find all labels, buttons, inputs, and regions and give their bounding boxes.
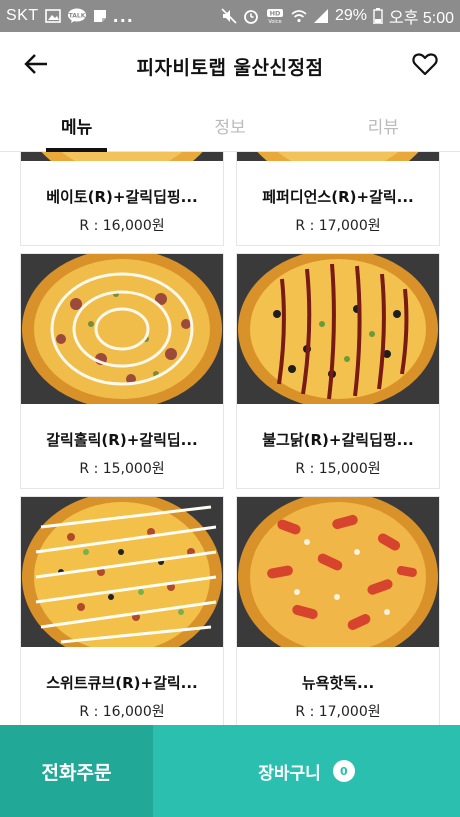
status-bar: SKT TALK ... HD Voice 29% 오후 5:00 (0, 0, 460, 32)
battery-icon (373, 8, 383, 24)
cart-button[interactable]: 장바구니 0 (153, 725, 460, 817)
image-icon (44, 9, 61, 23)
menu-item-name: 스위트큐브(R)+갈릭... (46, 674, 198, 692)
menu-item-name: 페퍼디언스(R)+갈릭... (262, 188, 414, 206)
menu-item-price: R : 15,000원 (79, 461, 165, 477)
menu-item-price: R : 16,000원 (79, 218, 165, 234)
pizza-image (21, 254, 223, 404)
menu-item-price: R : 16,000원 (79, 704, 165, 720)
phone-order-button[interactable]: 전화주문 (0, 725, 153, 817)
mute-icon (221, 8, 237, 24)
arrow-left-icon (23, 53, 49, 79)
tab-reviews[interactable]: 리뷰 (307, 100, 460, 151)
menu-item-name: 갈릭홀릭(R)+갈릭딥... (46, 431, 198, 449)
menu-item-name: 불그닭(R)+갈릭딥핑... (262, 431, 414, 449)
store-header: 피자비토랩 울산신정점 (0, 32, 460, 100)
cart-label: 장바구니 (258, 763, 321, 784)
pizza-image (237, 152, 439, 161)
menu-item-price: R : 15,000원 (295, 461, 381, 477)
pizza-image (21, 152, 223, 161)
back-button[interactable] (20, 52, 52, 80)
svg-text:Voice: Voice (268, 19, 281, 24)
tab-info[interactable]: 정보 (153, 100, 306, 151)
menu-item-card[interactable]: 뉴욕핫독... R : 17,000원 (236, 496, 440, 725)
menu-item-card[interactable]: 페퍼디언스(R)+갈릭... R : 17,000원 (236, 152, 440, 246)
page-title: 피자비토랩 울산신정점 (136, 56, 324, 79)
note-icon (93, 9, 107, 23)
favorite-button[interactable] (410, 52, 440, 80)
heart-outline-icon (412, 52, 438, 80)
battery-percent: 29% (334, 7, 367, 24)
menu-item-name: 베이토(R)+갈릭딥핑... (46, 188, 198, 206)
clock: 오후 5:00 (388, 10, 454, 27)
svg-text:HD: HD (270, 10, 281, 18)
talk-icon: TALK (67, 8, 87, 24)
alarm-icon (243, 8, 259, 24)
hd-voice-icon: HD Voice (265, 8, 285, 24)
carrier-label: SKT (6, 7, 39, 24)
svg-text:TALK: TALK (68, 13, 85, 20)
pizza-image (237, 254, 439, 404)
menu-item-card[interactable]: 갈릭홀릭(R)+갈릭딥... R : 15,000원 (20, 253, 224, 489)
wifi-icon (291, 9, 307, 23)
tab-bar: 메뉴 정보 리뷰 (0, 100, 460, 152)
menu-item-price: R : 17,000원 (295, 704, 381, 720)
cart-count-badge: 0 (332, 760, 355, 782)
pizza-image (21, 497, 223, 647)
tab-menu[interactable]: 메뉴 (0, 100, 153, 152)
pizza-image (237, 497, 439, 647)
menu-grid: 베이토(R)+갈릭딥핑... R : 16,000원 페퍼디언스(R)+갈릭..… (0, 152, 460, 725)
signal-icon (313, 9, 329, 23)
menu-item-name: 뉴욕핫독... (301, 674, 375, 692)
menu-item-card[interactable]: 베이토(R)+갈릭딥핑... R : 16,000원 (20, 152, 224, 246)
menu-item-price: R : 17,000원 (295, 218, 381, 234)
menu-item-card[interactable]: 스위트큐브(R)+갈릭... R : 16,000원 (20, 496, 224, 725)
overflow-dots: ... (112, 6, 134, 26)
menu-item-card[interactable]: 불그닭(R)+갈릭딥핑... R : 15,000원 (236, 253, 440, 489)
bottom-action-bar: 전화주문 장바구니 0 (0, 725, 460, 817)
